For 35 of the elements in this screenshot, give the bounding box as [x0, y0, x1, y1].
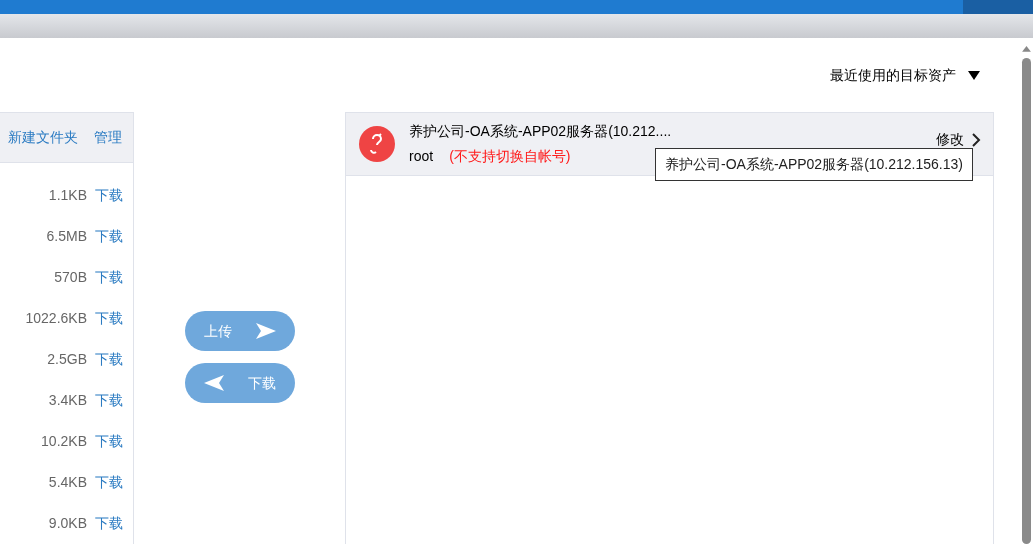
file-size: 3.4KB — [48, 391, 87, 410]
top-bar-corner — [963, 0, 1033, 14]
file-size: 9.0KB — [48, 514, 87, 533]
file-size: 10.2KB — [41, 432, 87, 451]
header-link[interactable]: 管理 — [94, 127, 122, 148]
download-link[interactable]: 下载 — [95, 185, 123, 206]
header-link[interactable]: 新建文件夹 — [8, 127, 78, 148]
edit-button[interactable]: 修改 — [936, 129, 981, 150]
file-size: 2.5GB — [47, 350, 87, 369]
file-size: 1022.6KB — [25, 309, 87, 328]
download-link[interactable]: 下载 — [95, 513, 123, 534]
download-link[interactable]: 下载 — [95, 390, 123, 411]
scroll-up-icon[interactable] — [1022, 46, 1031, 52]
caret-icon — [968, 70, 980, 80]
download-link[interactable]: 下载 — [95, 267, 123, 288]
file-size: 6.5MB — [46, 227, 87, 246]
upload-button[interactable]: 上传 — [184, 311, 295, 351]
file-size: 1.1KB — [48, 186, 87, 205]
file-size: 5.4KB — [48, 473, 87, 492]
asset-name: 养护公司-OA系统-APP02服务器(10.212.... — [409, 122, 673, 141]
scrollbar-thumb[interactable] — [1022, 57, 1031, 544]
download-link[interactable]: 下载 — [95, 472, 123, 493]
right-arrow-icon — [255, 323, 276, 339]
file-size: 570B — [54, 268, 87, 287]
download-link[interactable]: 下载 — [95, 226, 123, 247]
chevron-right-icon — [972, 132, 981, 147]
download-link[interactable]: 下载 — [95, 349, 123, 370]
download-link[interactable]: 下载 — [95, 431, 123, 452]
download-button[interactable]: 下载 — [184, 363, 295, 403]
download-link[interactable]: 下载 — [95, 308, 123, 329]
recent-assets-dropdown[interactable]: 最近使用的目标资产 — [830, 64, 980, 86]
left-arrow-icon — [203, 375, 224, 391]
account-name: root — [409, 147, 434, 166]
tooltip: 养护公司-OA系统-APP02服务器(10.212.156.13) — [655, 148, 973, 181]
account-note: (不支持切换自帐号) — [449, 147, 571, 166]
